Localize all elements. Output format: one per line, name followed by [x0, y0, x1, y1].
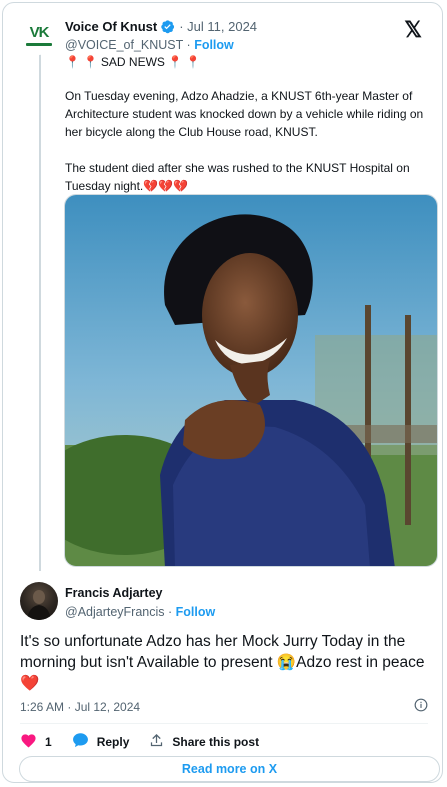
pin-icon: 📍: [82, 55, 98, 69]
reply-author-name[interactable]: Francis Adjartey: [65, 586, 163, 600]
reply-label: Reply: [96, 734, 130, 749]
follow-button[interactable]: Follow: [176, 605, 216, 619]
pin-icon: 📍: [65, 55, 80, 69]
info-icon[interactable]: [414, 698, 428, 717]
author-name[interactable]: Voice Of Knust: [65, 19, 157, 34]
author-header: Voice Of Knust · Jul 11, 2024: [65, 19, 257, 34]
reply-author-handle[interactable]: @AdjarteyFrancis: [65, 605, 165, 619]
thread-line: [39, 51, 41, 571]
share-button[interactable]: Share this post: [149, 733, 259, 751]
x-logo-icon[interactable]: 𝕏: [404, 17, 422, 43]
sad-news-line: 📍 📍 SAD NEWS 📍 📍: [65, 55, 201, 69]
post-photo[interactable]: [64, 194, 438, 567]
sad-news-text: SAD NEWS: [100, 55, 165, 69]
pin-icon: 📍: [167, 55, 183, 69]
like-count: 1: [45, 734, 52, 749]
pin-icon: 📍: [185, 55, 201, 69]
avatar[interactable]: [20, 582, 58, 620]
follow-button[interactable]: Follow: [194, 38, 234, 52]
share-label: Share this post: [172, 734, 260, 749]
author-handle[interactable]: @VOICE_of_KNUST: [65, 38, 183, 52]
read-more-button[interactable]: Read more on X: [19, 756, 440, 782]
post-date[interactable]: · Jul 11, 2024: [179, 19, 257, 34]
reply-timestamp[interactable]: 1:26 AM · Jul 12, 2024: [20, 700, 140, 714]
avatar[interactable]: VK: [20, 17, 58, 55]
reply-button[interactable]: Reply: [72, 732, 130, 751]
broken-hearts: 💔💔💔: [143, 179, 189, 193]
reply-bubble-icon: [72, 732, 89, 751]
post-body: On Tuesday evening, Adzo Ahadzie, a KNUS…: [65, 87, 435, 195]
author-handle-line: @VOICE_of_KNUST · Follow: [65, 38, 234, 52]
action-bar: 1 Reply Share this post: [20, 732, 279, 751]
reply-body: It's so unfortunate Adzo has her Mock Ju…: [20, 633, 425, 692]
reply-handle-line: @AdjarteyFrancis · Follow: [65, 605, 216, 619]
like-button[interactable]: 1: [20, 732, 52, 751]
post-paragraph-1: On Tuesday evening, Adzo Ahadzie, a KNUS…: [65, 89, 424, 139]
embedded-post-card: VK Voice Of Knust · Jul 11, 2024 @VOICE_…: [2, 2, 443, 783]
heart-icon: [20, 732, 37, 751]
post-paragraph-2: The student died after she was rushed to…: [65, 161, 410, 193]
avatar-logo: VK: [29, 24, 50, 41]
verified-badge-icon: [160, 19, 175, 34]
share-icon: [149, 733, 164, 751]
divider: [20, 723, 428, 724]
